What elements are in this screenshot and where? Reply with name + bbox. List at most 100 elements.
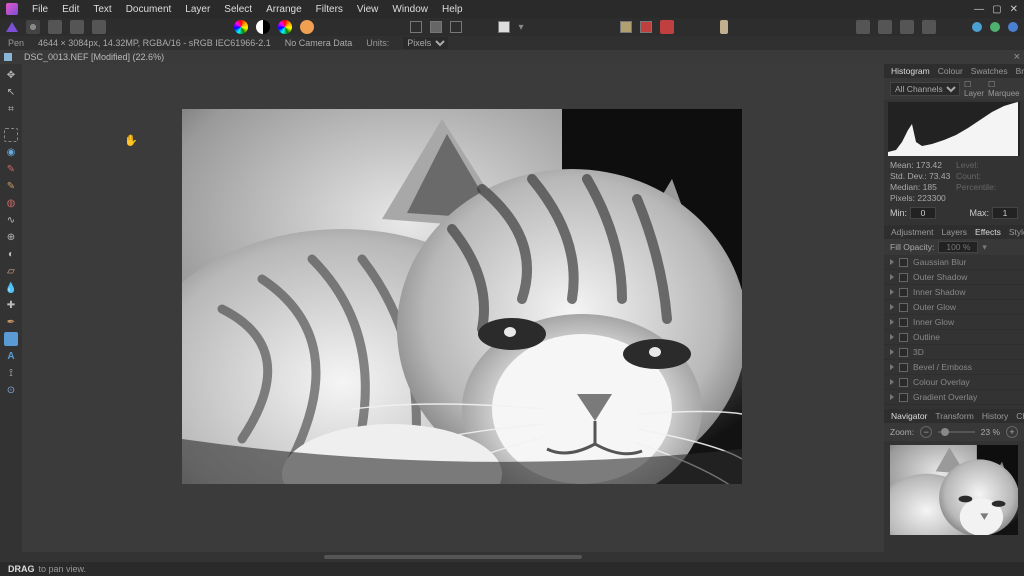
menu-view[interactable]: View xyxy=(357,4,379,15)
node-tool-icon[interactable]: ↖ xyxy=(4,85,18,99)
document-image[interactable] xyxy=(182,109,742,484)
doc-close-icon[interactable]: × xyxy=(1014,51,1020,63)
brush-select-icon[interactable]: ✎ xyxy=(4,162,18,176)
hist-max-input[interactable] xyxy=(992,207,1018,219)
fx-gaussian-blur[interactable]: Gaussian Blur xyxy=(884,255,1024,270)
fx-inner-glow[interactable]: Inner Glow xyxy=(884,315,1024,330)
navigator-preview[interactable] xyxy=(890,445,1018,535)
paint-brush-icon[interactable]: ✎ xyxy=(4,179,18,193)
selection-add-icon[interactable] xyxy=(430,21,442,33)
align-left-icon[interactable] xyxy=(620,21,632,33)
tb-sort-icon[interactable] xyxy=(92,20,106,34)
menu-window[interactable]: Window xyxy=(392,4,428,15)
canvas-hscroll[interactable] xyxy=(22,552,884,562)
fx-outline[interactable]: Outline xyxy=(884,330,1024,345)
menu-layer[interactable]: Layer xyxy=(185,4,210,15)
menu-text[interactable]: Text xyxy=(93,4,111,15)
hist-min-input[interactable] xyxy=(910,207,936,219)
pen-tool-icon[interactable]: ✒ xyxy=(4,315,18,329)
fill-opacity-input[interactable] xyxy=(938,241,978,253)
zoom-100-icon[interactable] xyxy=(878,20,892,34)
tb-camera-icon[interactable] xyxy=(48,20,62,34)
gradient-icon[interactable] xyxy=(278,20,292,34)
dodge-tool-icon[interactable]: ◐ xyxy=(4,247,18,261)
pin-icon[interactable] xyxy=(720,20,728,34)
zoom-slider[interactable] xyxy=(938,431,975,433)
fx-colour-overlay[interactable]: Colour Overlay xyxy=(884,375,1024,390)
cloud-icon[interactable] xyxy=(990,22,1000,32)
fx-gradient-overlay[interactable]: Gradient Overlay xyxy=(884,390,1024,405)
align-center-icon[interactable] xyxy=(640,21,652,33)
picker-tool-icon[interactable]: ⟟ xyxy=(4,366,18,380)
heal-tool-icon[interactable]: ✚ xyxy=(4,298,18,312)
tab-history[interactable]: History xyxy=(979,411,1011,421)
flood-select-icon[interactable]: ◉ xyxy=(4,145,18,159)
marquee-checkbox[interactable]: ☐ Marquee xyxy=(988,80,1020,98)
smudge-tool-icon[interactable]: ∿ xyxy=(4,213,18,227)
colour-wheel-icon[interactable] xyxy=(234,20,248,34)
zoom-in-icon[interactable] xyxy=(900,20,914,34)
erase-tool-icon[interactable]: ▱ xyxy=(4,264,18,278)
zoom-fit-icon[interactable] xyxy=(856,20,870,34)
canvas[interactable]: ✋ xyxy=(22,64,884,552)
tab-transform[interactable]: Transform xyxy=(932,411,976,421)
menu-select[interactable]: Select xyxy=(224,4,252,15)
menu-edit[interactable]: Edit xyxy=(62,4,79,15)
bw-adjust-icon[interactable] xyxy=(256,20,270,34)
selection-sub-icon[interactable] xyxy=(450,21,462,33)
help-icon[interactable] xyxy=(1008,22,1018,32)
tab-adjustment[interactable]: Adjustment xyxy=(888,227,937,237)
tb-target-icon[interactable] xyxy=(26,20,40,34)
tb-grid-icon[interactable] xyxy=(70,20,84,34)
selection-none-icon[interactable] xyxy=(410,21,422,33)
tab-effects[interactable]: Effects xyxy=(972,227,1004,237)
fx-inner-shadow[interactable]: Inner Shadow xyxy=(884,285,1024,300)
zoom-out-button[interactable]: − xyxy=(920,426,932,438)
fx-outer-glow[interactable]: Outer Glow xyxy=(884,300,1024,315)
close-icon[interactable]: ✕ xyxy=(1010,4,1018,15)
fill-tool-icon[interactable]: ◍ xyxy=(4,196,18,210)
histogram-stats: Mean: 173.42 Level: Std. Dev.: 73.43 Cou… xyxy=(884,158,1024,205)
move-tool-icon[interactable]: ✥ xyxy=(4,68,18,82)
tab-styles[interactable]: Styles xyxy=(1006,227,1024,237)
crop-icon[interactable] xyxy=(498,21,510,33)
maximize-icon[interactable]: ▢ xyxy=(992,4,1001,15)
clone-tool-icon[interactable]: ⊕ xyxy=(4,230,18,244)
text-tool-icon[interactable]: A xyxy=(4,349,18,363)
histogram-range: Min: Max: xyxy=(884,205,1024,221)
tab-brushes[interactable]: Brushes xyxy=(1013,66,1024,76)
menu-help[interactable]: Help xyxy=(442,4,463,15)
menu-file[interactable]: File xyxy=(32,4,48,15)
tab-histogram[interactable]: Histogram xyxy=(888,66,933,76)
chevron-down-icon[interactable]: ▾ xyxy=(982,242,987,253)
zoom-out-icon[interactable] xyxy=(922,20,936,34)
tab-swatches[interactable]: Swatches xyxy=(968,66,1011,76)
fx-3d[interactable]: 3D xyxy=(884,345,1024,360)
assistant-icon[interactable] xyxy=(660,20,674,34)
units-label: Units: xyxy=(366,38,389,48)
fx-bevel[interactable]: Bevel / Emboss xyxy=(884,360,1024,375)
tab-colour[interactable]: Colour xyxy=(935,66,966,76)
doc-tab[interactable]: DSC_0013.NEF [Modified] (22.6%) xyxy=(16,52,172,62)
doc-colour-icon xyxy=(4,53,12,61)
menu-arrange[interactable]: Arrange xyxy=(266,4,302,15)
marquee-tool-icon[interactable] xyxy=(4,128,18,142)
layer-checkbox[interactable]: ☐ Layer xyxy=(964,80,984,98)
units-select[interactable]: Pixels xyxy=(403,37,448,49)
app-persona-icon[interactable] xyxy=(6,22,18,32)
zoom-in-button[interactable]: + xyxy=(1006,426,1018,438)
tab-layers[interactable]: Layers xyxy=(939,227,971,237)
channel-select[interactable]: All Channels xyxy=(890,82,960,96)
tab-navigator[interactable]: Navigator xyxy=(888,411,930,421)
shape-tool-icon[interactable] xyxy=(4,332,18,346)
zoom-tool-icon[interactable]: ⊙ xyxy=(4,383,18,397)
menu-filters[interactable]: Filters xyxy=(316,4,343,15)
fx-outer-shadow[interactable]: Outer Shadow xyxy=(884,270,1024,285)
swatch-icon[interactable] xyxy=(300,20,314,34)
crop-tool-icon[interactable]: ⌗ xyxy=(4,102,18,116)
menu-document[interactable]: Document xyxy=(126,4,172,15)
blur-tool-icon[interactable]: 💧 xyxy=(4,281,18,295)
account-icon[interactable] xyxy=(972,22,982,32)
minimize-icon[interactable]: — xyxy=(974,4,984,15)
tab-channels[interactable]: Channels xyxy=(1013,411,1024,421)
